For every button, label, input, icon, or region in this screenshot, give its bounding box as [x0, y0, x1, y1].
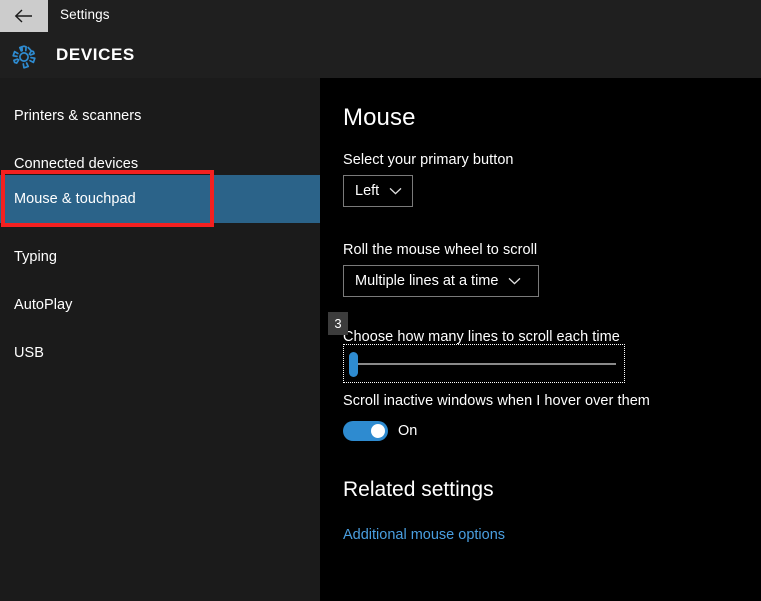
slider-value-tooltip: 3	[328, 312, 348, 335]
primary-button-value: Left	[344, 183, 379, 199]
sidebar-item-label: AutoPlay	[0, 297, 72, 313]
toggle-knob	[371, 424, 385, 438]
additional-mouse-options-link[interactable]: Additional mouse options	[343, 527, 505, 543]
slider-track[interactable]	[354, 363, 616, 365]
chevron-down-icon	[389, 187, 402, 195]
lines-slider-label: Choose how many lines to scroll each tim…	[343, 329, 620, 345]
sidebar-item-typing[interactable]: Typing	[0, 233, 320, 281]
primary-button-label: Select your primary button	[343, 152, 514, 168]
sidebar: Printers & scanners Connected devices Mo…	[0, 78, 320, 601]
inactive-scroll-state: On	[398, 421, 417, 441]
app-title: Settings	[60, 7, 110, 22]
sidebar-item-autoplay[interactable]: AutoPlay	[0, 281, 320, 329]
sidebar-item-label: USB	[0, 345, 44, 361]
sidebar-item-label: Connected devices	[0, 156, 138, 172]
page-title: Mouse	[343, 104, 416, 132]
inactive-scroll-label: Scroll inactive windows when I hover ove…	[343, 393, 650, 409]
sidebar-item-printers-and-scanners[interactable]: Printers & scanners	[0, 92, 320, 140]
wheel-scroll-label: Roll the mouse wheel to scroll	[343, 242, 537, 258]
sidebar-item-mouse-and-touchpad[interactable]: Mouse & touchpad	[0, 175, 320, 223]
inactive-scroll-toggle[interactable]	[343, 421, 388, 441]
category-header: DEVICES	[0, 36, 761, 78]
sidebar-item-label: Printers & scanners	[0, 108, 141, 124]
category-title: DEVICES	[56, 45, 135, 65]
wheel-scroll-value: Multiple lines at a time	[344, 273, 498, 289]
back-arrow-icon	[14, 9, 34, 23]
related-settings-heading: Related settings	[343, 478, 494, 502]
content-pane: Mouse Select your primary button Left Ro…	[320, 78, 761, 601]
sidebar-item-usb[interactable]: USB	[0, 329, 320, 377]
settings-window: Settings DEVICES Printers & scanners Con…	[0, 0, 761, 601]
slider-thumb[interactable]	[349, 352, 358, 377]
back-button[interactable]	[0, 0, 48, 32]
primary-button-dropdown[interactable]: Left	[343, 175, 413, 207]
title-bar: Settings	[0, 0, 761, 36]
wheel-scroll-dropdown[interactable]: Multiple lines at a time	[343, 265, 539, 297]
gear-icon	[10, 43, 38, 71]
chevron-down-icon	[508, 277, 521, 285]
sidebar-item-label: Mouse & touchpad	[0, 191, 136, 207]
lines-slider[interactable]	[343, 344, 625, 383]
sidebar-item-label: Typing	[0, 249, 57, 265]
